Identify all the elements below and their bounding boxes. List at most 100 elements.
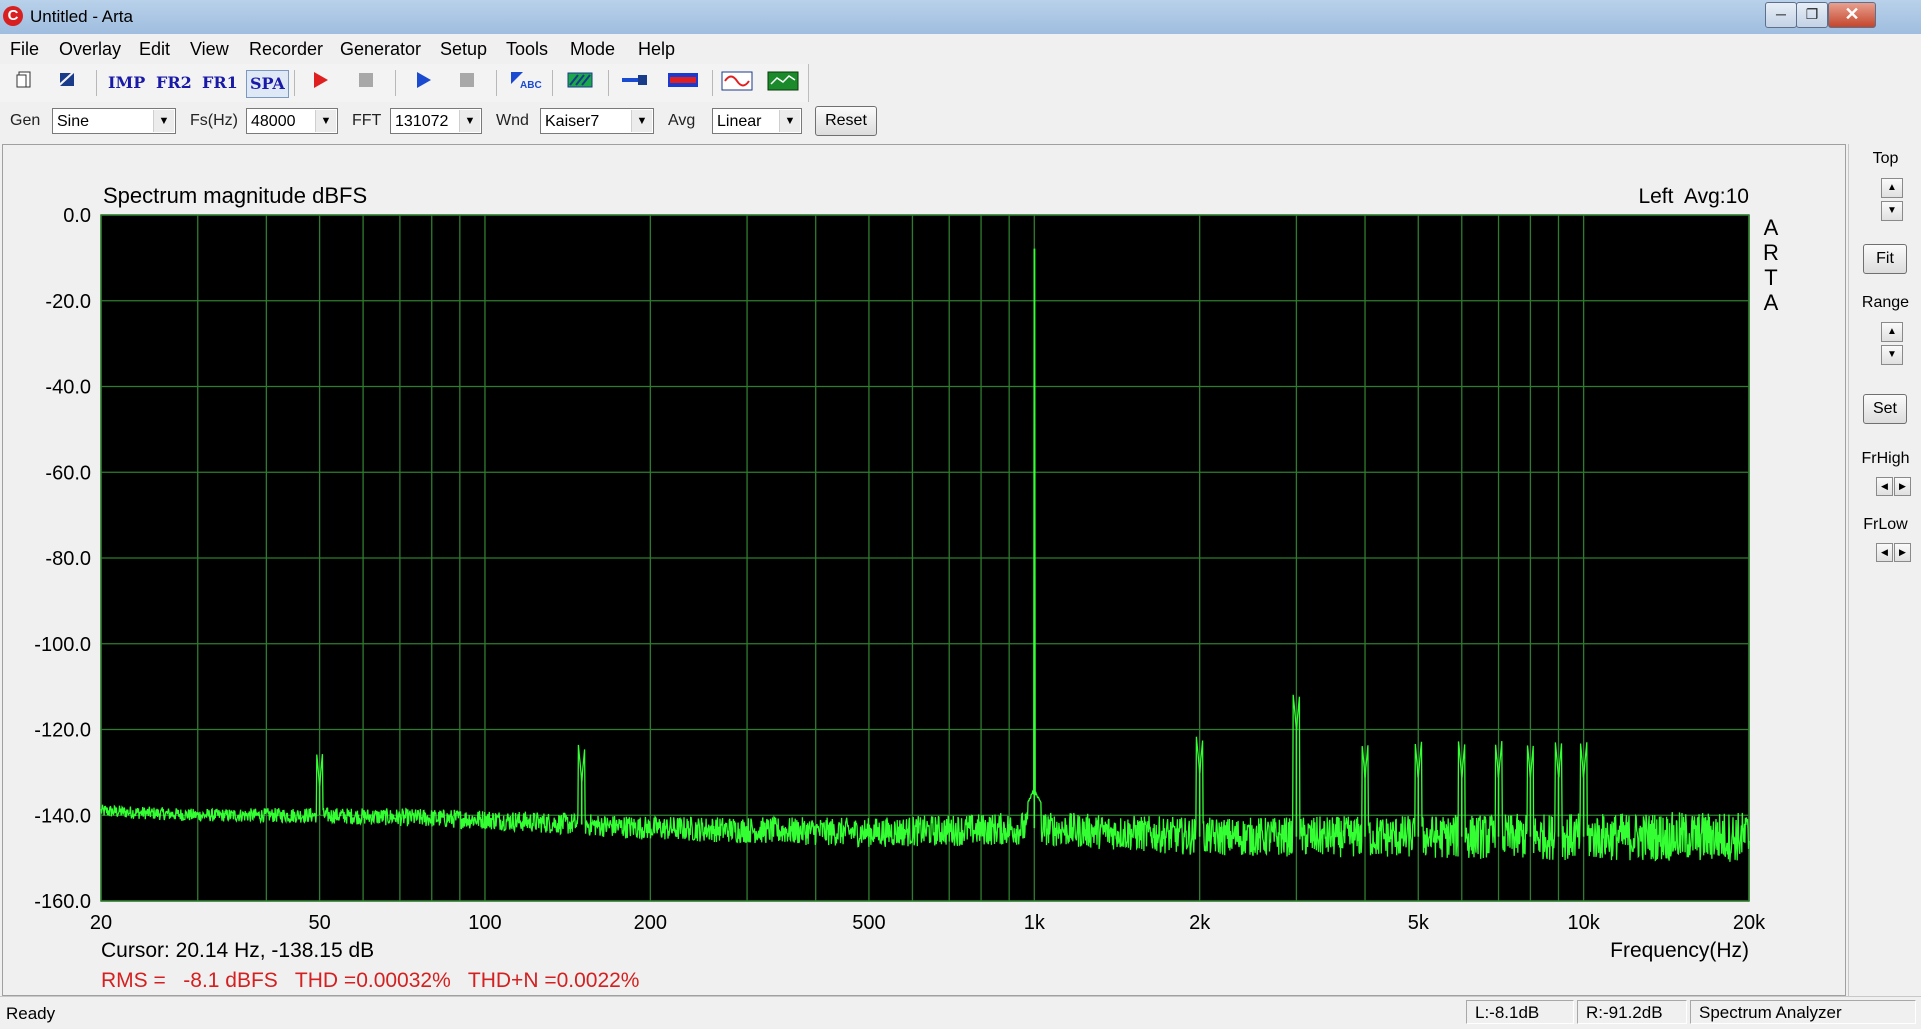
stop-icon[interactable] — [452, 70, 482, 96]
y-tick-label: -100.0 — [34, 634, 91, 656]
menu-edit[interactable]: Edit — [139, 39, 170, 60]
menu-overlay[interactable]: Overlay — [59, 39, 121, 60]
spectrum-chart[interactable]: 0.0 -20.0 -40.0 -60.0 -80.0 -100.0 -120.0 -140.… — [3, 145, 1845, 995]
menu-view[interactable]: View — [190, 39, 229, 60]
x-tick-label: 1k — [1024, 912, 1046, 934]
status-bar: Ready L:-8.1dB R:-91.2dB Spectrum Analyz… — [0, 996, 1921, 1029]
chart-panel: 0.0 -20.0 -40.0 -60.0 -80.0 -100.0 -120.0 -140.… — [2, 144, 1846, 996]
spa-mode-icon[interactable]: SPA — [246, 70, 289, 98]
record-icon[interactable] — [305, 70, 335, 96]
fr1-mode-icon[interactable]: FR1 — [202, 70, 238, 96]
close-icon: ✕ — [1844, 4, 1860, 24]
right-control-panel: Top ▲ ▼ Fit Range ▲ ▼ Set FrHigh ◀ ▶ FrL… — [1848, 144, 1921, 996]
wnd-label: Wnd — [496, 112, 529, 129]
top-down-button[interactable]: ▼ — [1881, 201, 1903, 221]
chevron-down-icon[interactable]: ▼ — [779, 110, 800, 132]
toolbar-separator — [96, 70, 97, 96]
x-tick-label: 10k — [1568, 912, 1601, 934]
abc-icon[interactable]: ABC — [508, 70, 544, 96]
stats-readout: RMS = -8.1 dBFS THD =0.00032% THD+N =0.0… — [101, 969, 639, 992]
minimize-button[interactable]: ─ — [1765, 2, 1797, 28]
gen-value: Sine — [57, 113, 90, 130]
range-down-button[interactable]: ▼ — [1881, 345, 1903, 365]
spectrum-icon[interactable] — [666, 70, 700, 96]
gen-select[interactable]: Sine ▼ — [52, 108, 176, 134]
probe-icon[interactable] — [620, 70, 650, 96]
params-bar: Gen Sine ▼ Fs(Hz) 48000 ▼ FFT 131072 ▼ W… — [0, 102, 1921, 142]
status-left-level: L:-8.1dB — [1466, 1000, 1574, 1024]
chevron-down-icon[interactable]: ▼ — [631, 110, 652, 132]
frlow-label: FrLow — [1863, 516, 1908, 533]
toolbar-separator — [294, 70, 295, 96]
wnd-value: Kaiser7 — [545, 113, 600, 130]
frlow-left-button[interactable]: ◀ — [1876, 543, 1893, 562]
arta-icon[interactable]: C — [3, 6, 23, 26]
top-label: Top — [1872, 150, 1899, 167]
cursor-readout: Cursor: 20.14 Hz, -138.15 dB — [101, 939, 374, 962]
new-file-icon[interactable] — [10, 70, 40, 96]
menu-file[interactable]: File — [10, 39, 39, 60]
fs-select[interactable]: 48000 ▼ — [246, 108, 338, 134]
fft-label: FFT — [352, 112, 382, 129]
gen-label: Gen — [10, 112, 41, 129]
close-button[interactable]: ✕ — [1828, 2, 1876, 28]
open-icon[interactable] — [52, 70, 82, 96]
toolbar: IMP FR2 FR1 SPA ABC — [0, 64, 1921, 103]
abc-label: ABC — [520, 80, 542, 91]
status-right-level: R:-91.2dB — [1577, 1000, 1687, 1024]
menu-tools[interactable]: Tools — [506, 39, 548, 60]
menu-mode[interactable]: Mode — [570, 39, 615, 60]
wnd-select[interactable]: Kaiser7 ▼ — [540, 108, 654, 134]
y-tick-label: -120.0 — [34, 720, 91, 742]
fr2-mode-icon[interactable]: FR2 — [156, 70, 192, 96]
imp-mode-icon[interactable]: IMP — [108, 70, 145, 96]
menu-help[interactable]: Help — [638, 39, 675, 60]
fft-select[interactable]: 131072 ▼ — [390, 108, 482, 134]
chevron-down-icon[interactable]: ▼ — [459, 110, 480, 132]
menu-setup[interactable]: Setup — [440, 39, 487, 60]
fft-value: 131072 — [395, 113, 449, 130]
arrow-down-icon: ▼ — [1887, 349, 1897, 360]
scope-icon[interactable] — [766, 70, 800, 96]
toolbar-separator — [608, 70, 609, 96]
menu-recorder[interactable]: Recorder — [249, 39, 323, 60]
sine-icon[interactable] — [720, 70, 754, 96]
frhigh-label: FrHigh — [1861, 450, 1910, 467]
y-tick-label: -20.0 — [45, 291, 91, 313]
y-tick-label: -80.0 — [45, 548, 91, 570]
restore-button[interactable]: ❐ — [1796, 2, 1828, 28]
avg-label: Avg — [668, 112, 696, 129]
fit-button[interactable]: Fit — [1863, 244, 1907, 274]
x-tick-label: 2k — [1189, 912, 1211, 934]
frlow-right-button[interactable]: ▶ — [1894, 543, 1911, 562]
frhigh-right-button[interactable]: ▶ — [1894, 477, 1911, 496]
y-tick-label: -40.0 — [45, 377, 91, 399]
arrow-up-icon: ▲ — [1887, 326, 1897, 337]
channel-info: Left Avg:10 — [1638, 185, 1749, 208]
top-up-button[interactable]: ▲ — [1881, 178, 1903, 198]
x-tick-label: 100 — [468, 912, 501, 934]
stop-icon[interactable] — [351, 70, 381, 96]
x-tick-label: 50 — [308, 912, 330, 934]
toolbar-separator — [552, 70, 553, 96]
chart-title: Spectrum magnitude dBFS — [103, 183, 367, 208]
minimize-icon: ─ — [1776, 6, 1786, 22]
chevron-down-icon[interactable]: ▼ — [153, 110, 174, 132]
toolbar-separator — [395, 70, 396, 96]
play-icon[interactable] — [408, 70, 438, 96]
reset-button[interactable]: Reset — [815, 106, 877, 136]
hatch-icon[interactable] — [565, 70, 595, 96]
toolbar-strip: IMP FR2 FR1 SPA ABC — [0, 64, 809, 102]
arrow-right-icon: ▶ — [1899, 481, 1906, 491]
frhigh-left-button[interactable]: ◀ — [1876, 477, 1893, 496]
chevron-down-icon[interactable]: ▼ — [315, 110, 336, 132]
x-tick-label: 500 — [852, 912, 885, 934]
avg-select[interactable]: Linear ▼ — [712, 108, 802, 134]
range-up-button[interactable]: ▲ — [1881, 322, 1903, 342]
y-tick-label: 0.0 — [63, 205, 91, 227]
y-tick-label: -160.0 — [34, 891, 91, 913]
arrow-right-icon: ▶ — [1899, 547, 1906, 557]
fs-value: 48000 — [251, 113, 296, 130]
menu-generator[interactable]: Generator — [340, 39, 421, 60]
set-button[interactable]: Set — [1863, 394, 1907, 424]
